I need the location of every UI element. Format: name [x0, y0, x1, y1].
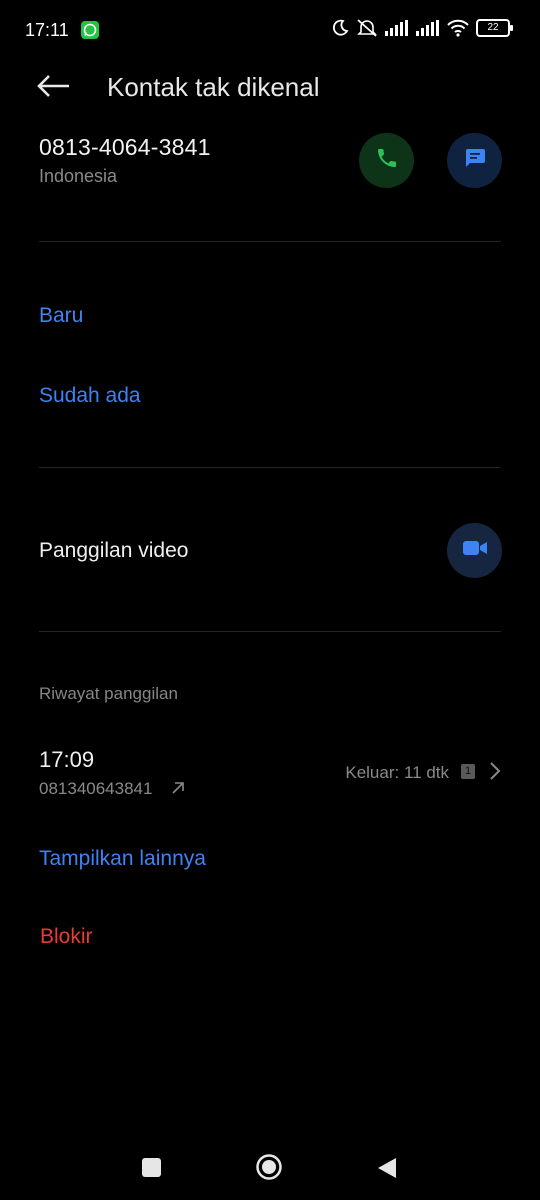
video-camera-icon — [462, 539, 488, 562]
call-history-row[interactable]: 17:09 081340643841 Keluar: 11 dtk 1 — [0, 735, 540, 809]
moon-icon — [331, 19, 349, 37]
message-button[interactable] — [447, 133, 502, 188]
back-icon[interactable] — [376, 1156, 398, 1180]
call-number: 081340643841 — [39, 779, 153, 798]
call-history-heading: Riwayat panggilan — [39, 684, 178, 703]
video-call-button[interactable] — [447, 523, 502, 578]
signal-icon — [385, 20, 409, 36]
phone-icon — [375, 146, 399, 175]
battery-icon: 22 — [476, 19, 513, 37]
video-call-label: Panggilan video — [39, 539, 189, 562]
call-button[interactable] — [359, 133, 414, 188]
divider — [39, 241, 501, 242]
status-bar: 17:11 22 — [0, 0, 540, 60]
divider — [39, 631, 501, 632]
recent-apps-icon[interactable] — [142, 1158, 161, 1177]
call-time: 17:09 — [39, 747, 95, 772]
contact-country: Indonesia — [39, 166, 118, 186]
new-contact-link[interactable]: Baru — [39, 304, 83, 328]
app-bar: Kontak tak dikenal — [0, 60, 540, 116]
block-link[interactable]: Blokir — [40, 925, 93, 949]
whatsapp-icon — [81, 21, 99, 39]
chevron-right-icon — [488, 761, 502, 786]
sim-icon: 1 — [461, 764, 475, 779]
show-more-link[interactable]: Tampilkan lainnya — [39, 847, 206, 871]
existing-contact-link[interactable]: Sudah ada — [39, 384, 141, 408]
home-icon[interactable] — [255, 1153, 283, 1181]
signal-icon — [416, 20, 440, 36]
back-arrow-icon[interactable] — [36, 72, 72, 100]
call-detail: Keluar: 11 dtk — [345, 763, 449, 782]
outgoing-call-icon — [170, 780, 186, 801]
contact-number: 0813-4064-3841 — [39, 134, 211, 160]
divider — [39, 467, 501, 468]
bell-off-icon — [356, 18, 378, 38]
status-time: 17:11 — [25, 20, 69, 40]
page-title: Kontak tak dikenal — [107, 72, 320, 102]
navigation-bar — [0, 1130, 540, 1200]
wifi-icon — [447, 19, 469, 37]
status-icons: 22 — [331, 18, 513, 38]
message-icon — [463, 146, 487, 175]
